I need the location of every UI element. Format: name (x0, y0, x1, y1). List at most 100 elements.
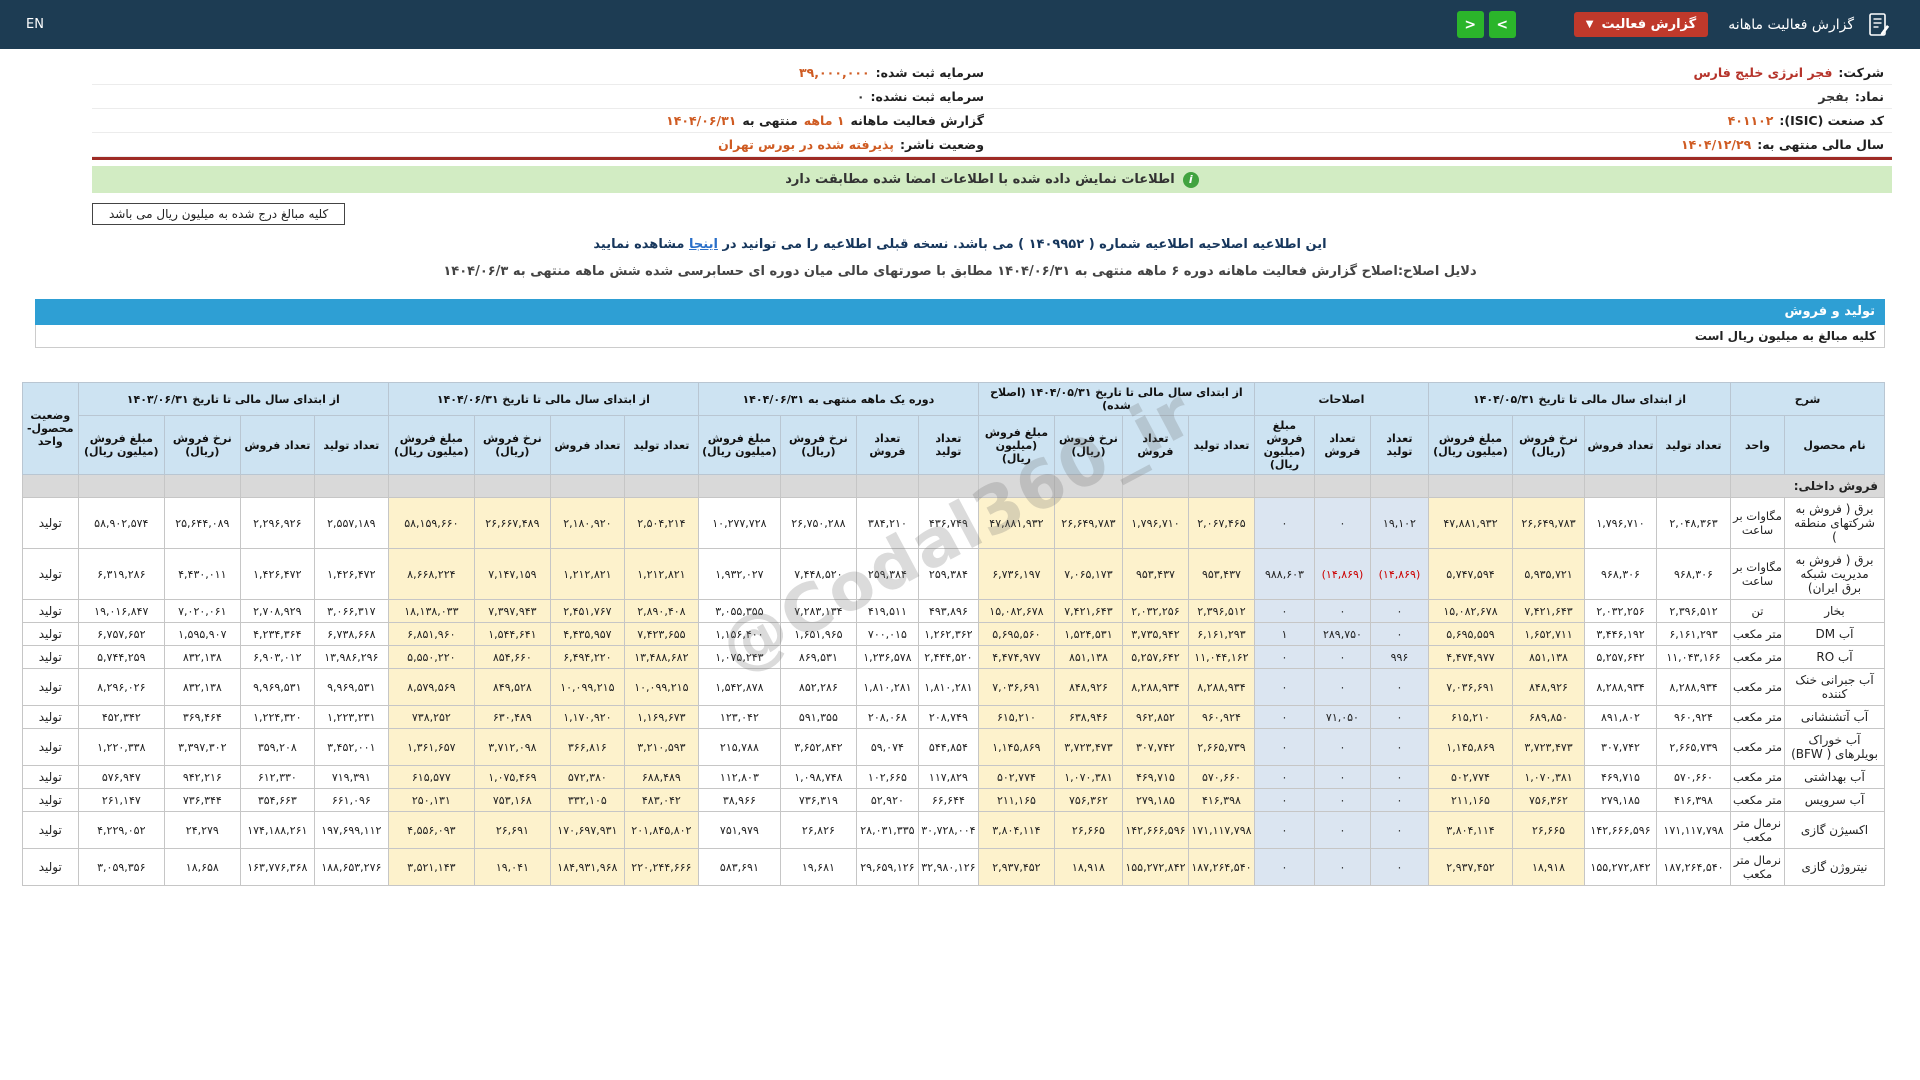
report-period-ending-text: منتهی به (742, 113, 797, 128)
value-cell: ۱۸۷,۲۶۴,۵۴۰ (1188, 849, 1254, 886)
value-cell: ۵۷۰,۶۶۰ (1188, 766, 1254, 789)
value-cell: ۷,۴۲۳,۶۵۵ (624, 623, 698, 646)
value-cell: ۳,۲۱۰,۵۹۳ (624, 729, 698, 766)
column-header: از ابتدای سال مالی تا تاریخ ۱۴۰۴/۰۶/۳۱ (388, 383, 698, 416)
value-cell: ۰ (1314, 600, 1370, 623)
value-cell: ۴,۲۳۴,۳۶۴ (240, 623, 314, 646)
value-cell: ۴,۴۳۵,۹۵۷ (550, 623, 624, 646)
product-name-cell: برق ( فروش به مدیریت شبکه برق ایران) (1785, 549, 1885, 600)
chevron-left-icon[interactable]: < (1457, 11, 1484, 38)
amendment-notice: این اطلاعیه اصلاحیه اطلاعیه شماره ( ۱۴۰۹… (0, 237, 1920, 252)
value-cell: ۵۸,۹۰۲,۵۷۴ (78, 498, 164, 549)
value-cell: ۱۵۵,۲۷۲,۸۴۲ (1585, 849, 1657, 886)
value-cell: ۲,۴۵۱,۷۶۷ (550, 600, 624, 623)
value-cell: ۲۰۱,۸۴۵,۸۰۲ (624, 812, 698, 849)
value-cell: ۹۵۳,۴۳۷ (1188, 549, 1254, 600)
value-cell: ۱,۵۲۴,۵۳۱ (1054, 623, 1122, 646)
value-cell: ۲۴,۲۷۹ (164, 812, 240, 849)
value-cell: ۱۰,۰۹۹,۲۱۵ (624, 669, 698, 706)
unregistered-capital-value: ۰ (857, 89, 865, 104)
value-cell: ۶۱۵,۵۷۷ (388, 766, 474, 789)
empty-cell (1585, 475, 1657, 498)
value-cell: ۵,۶۹۵,۵۶۰ (978, 623, 1054, 646)
page-title: گزارش فعالیت ماهانه (1728, 17, 1854, 33)
value-cell: ۳,۷۱۲,۰۹۸ (474, 729, 550, 766)
value-cell: ۲,۹۳۷,۴۵۲ (1428, 849, 1512, 886)
value-cell: ۲۸,۰۳۱,۳۳۵ (856, 812, 918, 849)
value-cell: ۱,۰۷۰,۳۸۱ (1054, 766, 1122, 789)
section-row: فروش داخلی: (22, 475, 1884, 498)
fiscal-year-label: سال مالی منتهی به: (1757, 137, 1884, 152)
value-cell: ۱۲۳,۰۴۲ (698, 706, 780, 729)
value-cell: ۷,۰۳۶,۶۹۱ (1428, 669, 1512, 706)
value-cell: ۳۰,۷۲۸,۰۰۴ (918, 812, 978, 849)
value-cell: ۲۵,۶۴۴,۰۸۹ (164, 498, 240, 549)
column-header: مبلغ فروش (میلیون ریال) (78, 416, 164, 475)
table-row: اکسیژن گازینرمال متر مکعب۱۷۱,۱۱۷,۷۹۸۱۴۲,… (22, 812, 1884, 849)
report-type-dropdown[interactable]: گزارش فعالیت ▼ (1574, 12, 1708, 37)
value-cell: ۴۶۹,۷۱۵ (1585, 766, 1657, 789)
info-row-registered-capital: سرمایه ثبت شده: ۳۹,۰۰۰,۰۰۰ (92, 61, 992, 85)
value-cell: ۰ (1370, 766, 1428, 789)
empty-cell (1513, 475, 1585, 498)
value-cell: ۱ (1254, 623, 1314, 646)
status-cell: تولید (22, 789, 78, 812)
value-cell: ۱۱,۰۴۳,۱۶۶ (1657, 646, 1731, 669)
value-cell: ۱۸,۱۳۸,۰۳۳ (388, 600, 474, 623)
empty-cell (22, 475, 78, 498)
value-cell: ۶,۳۱۹,۲۸۶ (78, 549, 164, 600)
value-cell: ۳,۴۴۶,۱۹۲ (1585, 623, 1657, 646)
value-cell: ۱۷۱,۱۱۷,۷۹۸ (1188, 812, 1254, 849)
value-cell: ۰ (1314, 849, 1370, 886)
value-cell: ۵۰۲,۷۷۴ (1428, 766, 1512, 789)
value-cell: ۶,۷۳۶,۱۹۷ (978, 549, 1054, 600)
table-row: آب خوراک بویلرهای ( BFW)متر مکعب۲,۶۶۵,۷۳… (22, 729, 1884, 766)
value-cell: ۲۵۹,۳۸۴ (856, 549, 918, 600)
value-cell: ۲۶۱,۱۴۷ (78, 789, 164, 812)
language-toggle-en[interactable]: EN (26, 17, 44, 32)
issuer-status-label: وضعیت ناشر: (900, 137, 984, 152)
value-cell: ۲۰۸,۰۶۸ (856, 706, 918, 729)
value-cell: ۶۸۹,۸۵۰ (1513, 706, 1585, 729)
value-cell: ۱۷۴,۱۸۸,۲۶۱ (240, 812, 314, 849)
value-cell: ۲,۶۶۵,۷۳۹ (1657, 729, 1731, 766)
column-header: مبلغ فروش (میلیون ریال) (698, 416, 780, 475)
value-cell: ۷,۴۲۱,۶۴۳ (1054, 600, 1122, 623)
info-row-company: شرکت: فجر انرژی خلیج فارس (992, 61, 1892, 85)
amendment-notice-text: این اطلاعیه اصلاحیه اطلاعیه شماره ( ۱۴۰۹… (722, 237, 1326, 252)
unregistered-capital-label: سرمایه ثبت نشده: (870, 89, 984, 104)
value-cell: ۳,۴۵۲,۰۰۱ (314, 729, 388, 766)
previous-version-link[interactable]: اینجا (689, 237, 718, 252)
value-cell: ۹,۹۶۹,۵۳۱ (240, 669, 314, 706)
value-cell: ۱۸,۹۱۸ (1513, 849, 1585, 886)
value-cell: ۲,۸۹۰,۴۰۸ (624, 600, 698, 623)
value-cell: ۴۷,۸۸۱,۹۳۲ (1428, 498, 1512, 549)
product-name-cell: آب آتشنشانی (1785, 706, 1885, 729)
value-cell: ۱۱,۰۴۴,۱۶۲ (1188, 646, 1254, 669)
report-document-icon[interactable] (1864, 10, 1894, 40)
report-period-date: ۱۴۰۴/۰۶/۳۱ (666, 113, 736, 128)
section-subtitle: کلیه مبالغ به میلیون ریال است (35, 325, 1885, 348)
value-cell: ۷۳۸,۲۵۲ (388, 706, 474, 729)
empty-cell (164, 475, 240, 498)
value-cell: ۶۱۵,۲۱۰ (1428, 706, 1512, 729)
value-cell: ۲,۲۹۶,۹۲۶ (240, 498, 314, 549)
value-cell: ۶,۹۰۳,۰۱۲ (240, 646, 314, 669)
value-cell: ۶۶,۶۴۴ (918, 789, 978, 812)
value-cell: ۶,۴۹۴,۲۲۰ (550, 646, 624, 669)
empty-cell (78, 475, 164, 498)
value-cell: ۲,۰۶۷,۴۶۵ (1188, 498, 1254, 549)
value-cell: ۱,۰۷۰,۳۸۱ (1513, 766, 1585, 789)
chevron-right-icon[interactable]: > (1489, 11, 1516, 38)
value-cell: ۱۸۷,۲۶۴,۵۴۰ (1657, 849, 1731, 886)
product-name-cell: آب بهداشتی (1785, 766, 1885, 789)
empty-cell (240, 475, 314, 498)
value-cell: ۶,۸۵۱,۹۶۰ (388, 623, 474, 646)
value-cell: ۵,۲۵۷,۶۴۲ (1122, 646, 1188, 669)
value-cell: ۱۰,۲۷۷,۷۲۸ (698, 498, 780, 549)
value-cell: ۱,۲۶۲,۳۶۲ (918, 623, 978, 646)
empty-cell (1054, 475, 1122, 498)
value-cell: ۳۸,۹۶۶ (698, 789, 780, 812)
isic-value: ۴۰۱۱۰۲ (1728, 113, 1774, 128)
company-label: شرکت: (1838, 65, 1884, 80)
